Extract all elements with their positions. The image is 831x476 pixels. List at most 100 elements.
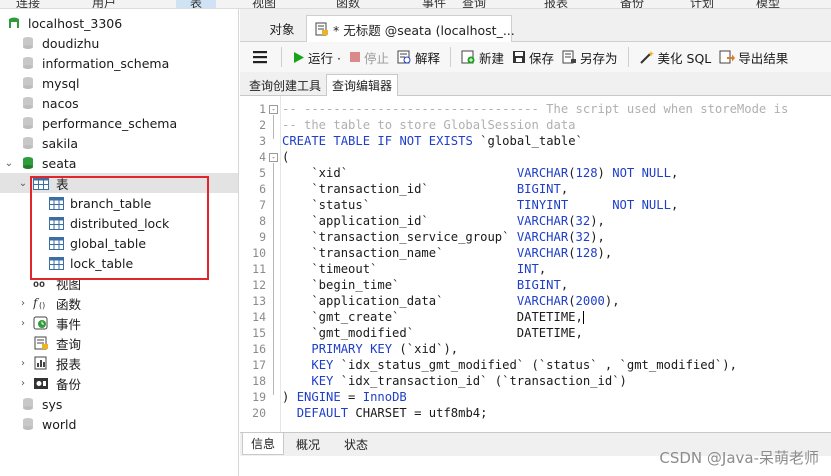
code-line: -- the table to store GlobalSession data — [282, 118, 576, 132]
tab-query-editor[interactable]: 查询编辑器 — [326, 74, 399, 96]
tree-folder-functions[interactable]: › f() 函数 — [0, 293, 238, 313]
magic-wand-icon — [639, 51, 654, 64]
chevron-right-icon[interactable]: › — [17, 297, 29, 309]
tree-folder-events[interactable]: › 事件 — [0, 313, 238, 333]
tree-db-mysql[interactable]: mysql — [0, 73, 238, 93]
line-number: 6 — [259, 182, 266, 196]
line-number: 3 — [259, 134, 266, 148]
tree-table-distributed-lock[interactable]: distributed_lock — [0, 213, 238, 233]
line-number: 4 — [259, 150, 266, 164]
menu-backup[interactable]: 备份 — [620, 0, 644, 8]
function-icon: f() — [33, 295, 49, 311]
new-button[interactable]: 新建 — [457, 45, 508, 69]
top-menu-bar: 连接 用户 表 视图 函数 事件 查询 报表 备份 计划 模型 — [0, 0, 831, 9]
save-as-button[interactable]: 另存为 — [558, 45, 622, 69]
database-icon — [20, 416, 36, 432]
code-line: `transaction_service_group` VARCHAR(32), — [282, 230, 605, 244]
tree-db-world[interactable]: world — [0, 414, 238, 434]
line-number: 7 — [259, 198, 266, 212]
tab-query-builder[interactable]: 查询创建工具 — [244, 74, 326, 96]
db-label: seata — [42, 155, 77, 171]
chevron-right-icon[interactable]: › — [17, 317, 29, 329]
database-active-icon — [20, 155, 36, 171]
table-label: branch_table — [70, 195, 152, 211]
tree-db-sys[interactable]: sys — [0, 394, 238, 414]
tab-info[interactable]: 信息 — [242, 433, 285, 455]
table-label: global_table — [70, 235, 147, 251]
db-label: sys — [42, 396, 63, 412]
menu-tables[interactable]: 表 — [176, 0, 217, 8]
tree-db-sakila[interactable]: sakila — [0, 133, 238, 153]
menu-button[interactable] — [248, 45, 275, 69]
tree-connection[interactable]: localhost_3306 — [0, 13, 238, 33]
tree-db-seata[interactable]: ⌄ seata — [0, 153, 238, 173]
db-label: sakila — [42, 135, 79, 151]
tree-table-lock-table[interactable]: lock_table — [0, 253, 238, 273]
table-icon — [48, 235, 64, 251]
menu-views[interactable]: 视图 — [252, 0, 276, 8]
line-number: 17 — [252, 358, 266, 372]
save-button[interactable]: 保存 — [508, 45, 558, 69]
query-tab-icon — [315, 22, 329, 36]
navigator-sidebar: localhost_3306 doudizhu information_sche… — [0, 9, 239, 476]
menu-reports[interactable]: 报表 — [544, 0, 568, 8]
tree-folder-reports[interactable]: › 报表 — [0, 353, 238, 373]
tree-folder-tables[interactable]: ⌄ 表 — [0, 173, 238, 193]
fold-guide — [273, 163, 274, 395]
code-line: -- -------------------------------- The … — [282, 102, 789, 116]
chevron-down-icon[interactable]: ⌄ — [3, 157, 15, 169]
menu-connect[interactable]: 连接 — [16, 0, 40, 8]
tree-folder-backup[interactable]: › 备份 — [0, 373, 238, 393]
tree-db-nacos[interactable]: nacos — [0, 93, 238, 113]
new-query-icon — [461, 50, 475, 64]
beautify-sql-button[interactable]: 美化 SQL — [635, 45, 716, 69]
db-label: information_schema — [42, 55, 170, 71]
line-number-gutter: 1 2 3 4 5 6 7 8 9 10 11 12 13 14 15 16 17 18 19 20- - — [240, 96, 280, 432]
stop-button[interactable]: 停止 — [345, 45, 393, 69]
chevron-right-icon[interactable]: › — [17, 377, 29, 389]
tree-db-doudizhu[interactable]: doudizhu — [0, 33, 238, 53]
menu-users[interactable]: 用户 — [92, 0, 116, 8]
menu-events[interactable]: 事件 — [422, 0, 446, 8]
database-icon — [20, 95, 36, 111]
svg-text:oo: oo — [33, 279, 45, 288]
tab-objects[interactable]: 对象 — [252, 15, 312, 42]
tab-status[interactable]: 状态 — [336, 433, 376, 455]
save-label: 保存 — [529, 50, 555, 66]
fold-toggle-icon[interactable]: - — [269, 153, 278, 162]
explain-button[interactable]: 解释 — [393, 45, 444, 69]
menu-functions[interactable]: 函数 — [336, 0, 360, 8]
db-label: performance_schema — [42, 115, 178, 131]
tree-folder-queries[interactable]: 查询 — [0, 333, 238, 353]
menu-queries[interactable]: 查询 — [462, 0, 486, 8]
tab-profile[interactable]: 概况 — [288, 433, 328, 455]
line-number: 1 — [259, 102, 266, 116]
table-label: lock_table — [70, 255, 134, 271]
tree-table-branch-table[interactable]: branch_table — [0, 193, 238, 213]
svg-text:(): () — [39, 301, 45, 310]
line-number: 11 — [252, 262, 266, 276]
tree-folder-views[interactable]: oo 视图 — [0, 273, 238, 293]
menu-model[interactable]: 模型 — [756, 0, 780, 8]
database-icon — [20, 135, 36, 151]
editor-mode-tabs: 查询创建工具 查询编辑器 — [240, 72, 831, 96]
tree-db-performance-schema[interactable]: performance_schema — [0, 113, 238, 133]
run-button[interactable]: 运行 · — [288, 45, 345, 69]
tab-query-untitled[interactable]: * 无标题 @seata (localhost_... — [306, 15, 515, 42]
code-line: PRIMARY KEY (`xid`), — [311, 342, 459, 356]
export-results-button[interactable]: 导出结果 — [715, 45, 792, 69]
code-line: `transaction_id` BIGINT, — [282, 182, 569, 196]
tree-db-information-schema[interactable]: information_schema — [0, 53, 238, 73]
connection-label: localhost_3306 — [28, 15, 123, 31]
folder-label: 备份 — [56, 376, 82, 392]
tree-table-global-table[interactable]: global_table — [0, 233, 238, 253]
sql-editor[interactable]: 1 2 3 4 5 6 7 8 9 10 11 12 13 14 15 16 17 18 19 20- - -- ---… — [240, 96, 831, 432]
chevron-down-icon[interactable]: ⌄ — [17, 177, 29, 189]
code-line: `gmt_create` DATETIME, — [282, 310, 584, 324]
line-number: 19 — [252, 390, 266, 404]
line-number: 18 — [252, 374, 266, 388]
line-number: 14 — [252, 310, 266, 324]
menu-schedule[interactable]: 计划 — [690, 0, 714, 8]
fold-toggle-icon[interactable]: - — [269, 105, 278, 114]
chevron-right-icon[interactable]: › — [17, 357, 29, 369]
